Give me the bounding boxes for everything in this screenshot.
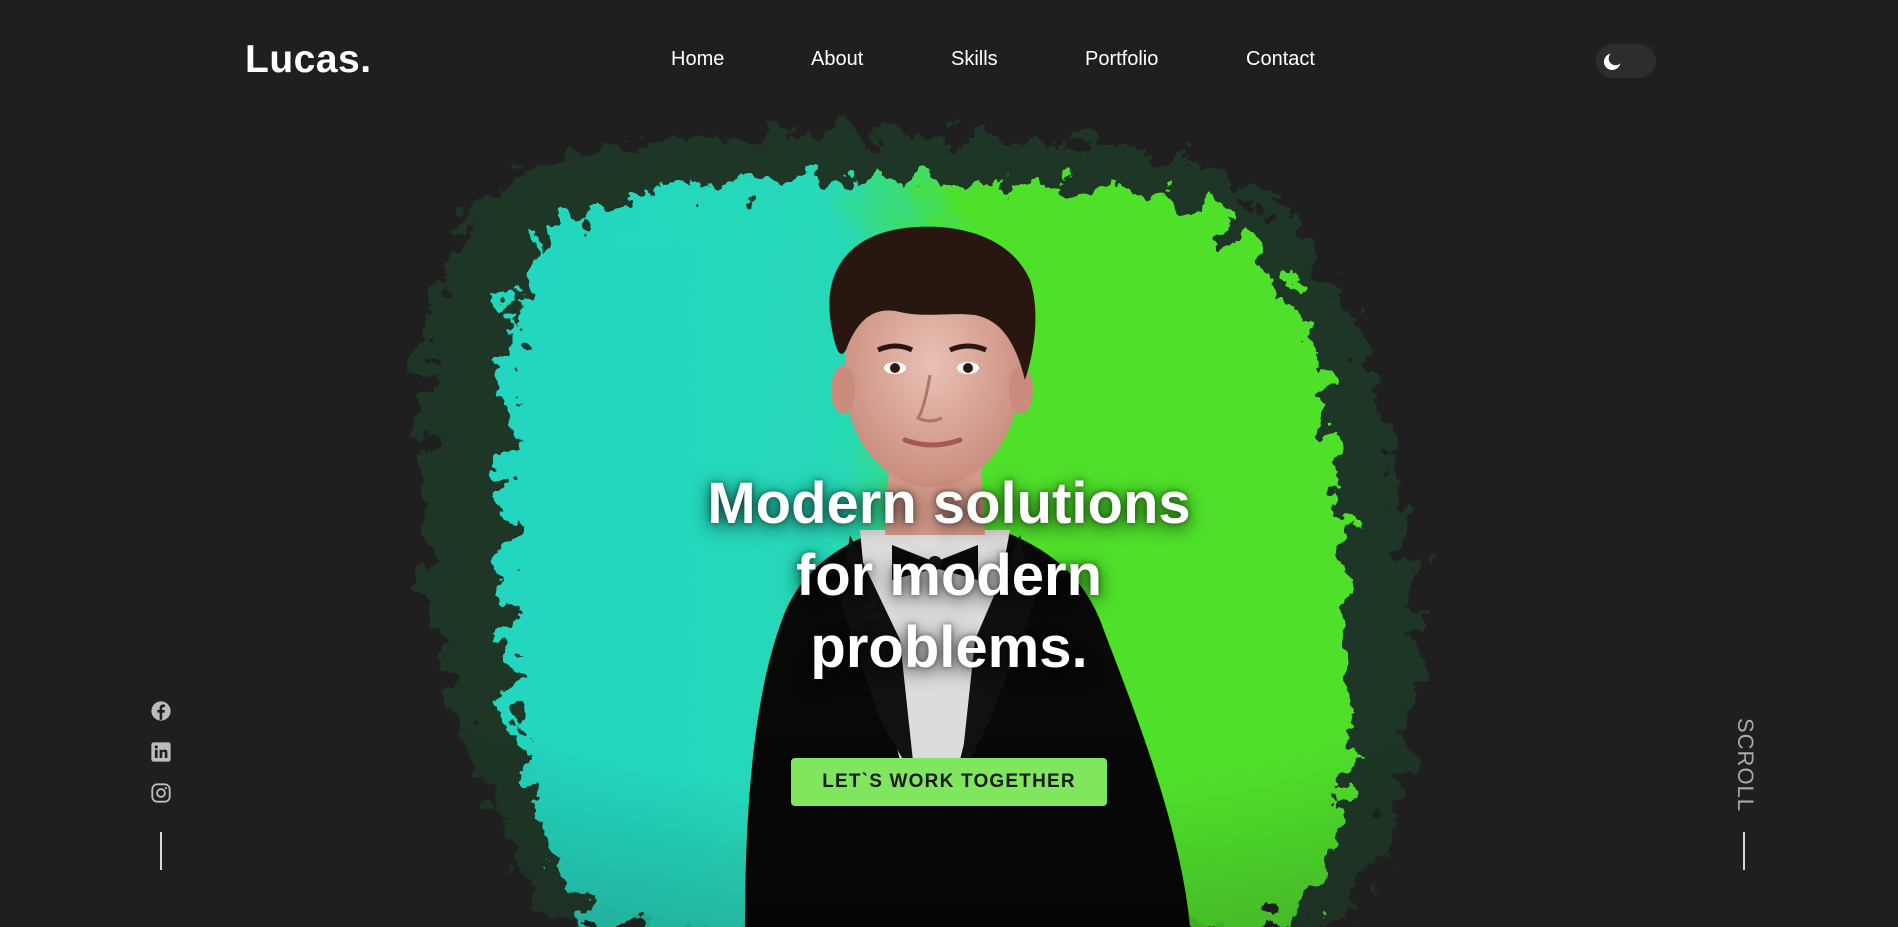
nav-item-contact[interactable]: Contact	[1246, 48, 1315, 71]
hero-title-line-3: problems.	[810, 615, 1088, 680]
nav-item-skills[interactable]: Skills	[951, 48, 998, 71]
scroll-indicator[interactable]: SCROLL	[1730, 718, 1760, 818]
social-rail-line	[160, 832, 162, 870]
scroll-label: SCROLL	[1733, 718, 1758, 813]
facebook-icon[interactable]	[150, 700, 172, 722]
work-together-button[interactable]: LET`S WORK TOGETHER	[791, 758, 1107, 806]
page: Lucas. Home About Skills Portfolio Conta…	[0, 0, 1898, 927]
nav-item-home[interactable]: Home	[671, 48, 724, 71]
hero-title: Modern solutions for modern problems.	[649, 468, 1249, 684]
hero-title-line-1: Modern solutions	[707, 471, 1191, 536]
hero-title-line-2: for modern	[795, 543, 1103, 608]
theme-toggle[interactable]	[1596, 44, 1656, 78]
moon-icon	[1603, 53, 1621, 71]
nav-item-about[interactable]: About	[811, 48, 863, 71]
nav-item-portfolio[interactable]: Portfolio	[1085, 48, 1158, 71]
instagram-icon[interactable]	[150, 782, 172, 804]
linkedin-icon[interactable]	[150, 741, 172, 763]
scroll-line	[1743, 832, 1745, 870]
